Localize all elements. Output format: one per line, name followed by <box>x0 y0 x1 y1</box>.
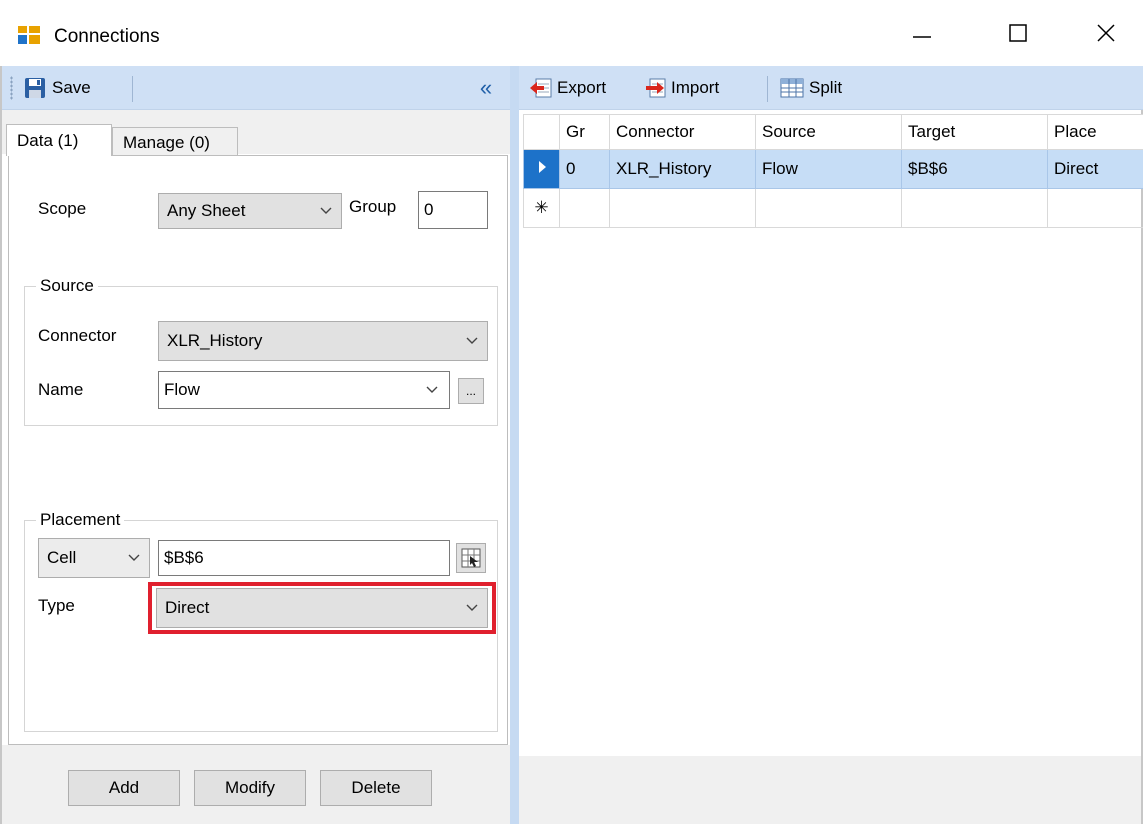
cell-picker-button[interactable] <box>456 543 486 573</box>
browse-name-button[interactable]: ... <box>458 378 484 404</box>
connector-label: Connector <box>38 326 117 345</box>
cell-connector[interactable]: XLR_History <box>609 149 756 189</box>
column-header-target[interactable]: Target <box>901 114 1048 150</box>
chevron-down-icon <box>128 554 140 561</box>
column-header-source[interactable]: Source <box>755 114 902 150</box>
export-label: Export <box>557 78 607 97</box>
tab-manage[interactable]: Manage (0) <box>112 127 238 155</box>
placement-address-input[interactable]: $B$6 <box>158 540 450 576</box>
connector-dropdown[interactable]: XLR_History <box>158 321 488 361</box>
placement-address-value: $B$6 <box>164 548 204 567</box>
new-cell-connector[interactable] <box>609 188 756 228</box>
group-label: Group <box>349 197 397 216</box>
import-icon <box>646 78 666 98</box>
export-button[interactable]: Export <box>527 72 609 104</box>
import-label: Import <box>671 78 720 97</box>
window-title: Connections <box>54 26 160 47</box>
table-row[interactable]: 0 XLR_History Flow $B$6 Direct <box>523 149 1143 189</box>
grid-header-row: Gr Connector Source Target Place <box>523 114 1143 150</box>
new-row[interactable]: ✳ <box>523 188 1143 228</box>
chevron-down-icon <box>320 207 332 214</box>
placement-mode-dropdown[interactable]: Cell <box>38 538 150 578</box>
cell-place[interactable]: Direct <box>1047 149 1143 189</box>
group-input[interactable]: 0 <box>418 191 488 229</box>
connections-app-icon <box>18 26 40 44</box>
add-button[interactable]: Add <box>68 770 180 806</box>
cell-picker-icon <box>461 548 481 568</box>
row-header-corner <box>523 114 560 150</box>
tab-data[interactable]: Data (1) <box>6 124 112 156</box>
minimize-button[interactable] <box>890 0 954 66</box>
modify-button[interactable]: Modify <box>194 770 306 806</box>
new-row-marker: ✳ <box>523 188 560 228</box>
cell-group[interactable]: 0 <box>559 149 610 189</box>
placement-group-title: Placement <box>36 510 125 530</box>
name-label: Name <box>38 380 84 399</box>
toolbar-separator <box>132 76 133 102</box>
row-indicator[interactable] <box>523 149 560 189</box>
left-toolbar: Save « <box>2 66 510 110</box>
column-header-connector[interactable]: Connector <box>609 114 756 150</box>
new-cell-group[interactable] <box>559 188 610 228</box>
type-label: Type <box>38 596 75 615</box>
import-button[interactable]: Import <box>641 72 722 104</box>
table-split-icon <box>780 78 804 98</box>
new-cell-source[interactable] <box>755 188 902 228</box>
cell-source[interactable]: Flow <box>755 149 902 189</box>
connector-value: XLR_History <box>167 331 263 350</box>
toolbar-grip[interactable] <box>10 76 13 100</box>
panel-splitter[interactable] <box>510 66 519 824</box>
collapse-panel-button[interactable]: « <box>472 74 500 102</box>
scope-dropdown[interactable]: Any Sheet <box>158 193 342 229</box>
toolbar-separator <box>767 76 768 102</box>
column-header-place[interactable]: Place <box>1047 114 1143 150</box>
delete-button[interactable]: Delete <box>320 770 432 806</box>
scope-label: Scope <box>38 199 87 218</box>
minimize-icon <box>913 36 931 38</box>
maximize-button[interactable] <box>986 0 1050 66</box>
save-button[interactable]: Save <box>20 72 95 104</box>
split-label: Split <box>809 78 843 97</box>
save-label: Save <box>52 78 91 97</box>
name-combo[interactable]: Flow <box>158 371 450 409</box>
title-bar: Connections <box>0 0 1143 66</box>
maximize-icon <box>1009 24 1027 42</box>
chevron-down-icon <box>426 386 438 393</box>
column-header-group[interactable]: Gr <box>559 114 610 150</box>
grid-footer-area <box>519 756 1141 824</box>
group-value: 0 <box>424 200 434 219</box>
floppy-disk-icon <box>25 78 45 98</box>
new-cell-target[interactable] <box>901 188 1048 228</box>
name-value: Flow <box>164 380 200 399</box>
placement-mode-value: Cell <box>47 548 77 567</box>
right-toolbar: Export Import Split <box>519 66 1143 110</box>
split-button[interactable]: Split <box>777 72 845 104</box>
scope-value: Any Sheet <box>167 201 246 220</box>
close-button[interactable] <box>1074 0 1138 66</box>
current-row-arrow-icon <box>538 161 546 173</box>
connections-grid[interactable]: Gr Connector Source Target Place 0 XLR_H… <box>523 114 1143 228</box>
highlight-box <box>148 582 496 634</box>
export-icon <box>530 78 552 98</box>
close-icon <box>1097 24 1115 42</box>
new-cell-place[interactable] <box>1047 188 1143 228</box>
cell-target[interactable]: $B$6 <box>901 149 1048 189</box>
chevron-down-icon <box>466 337 478 344</box>
source-group-title: Source <box>36 276 98 296</box>
